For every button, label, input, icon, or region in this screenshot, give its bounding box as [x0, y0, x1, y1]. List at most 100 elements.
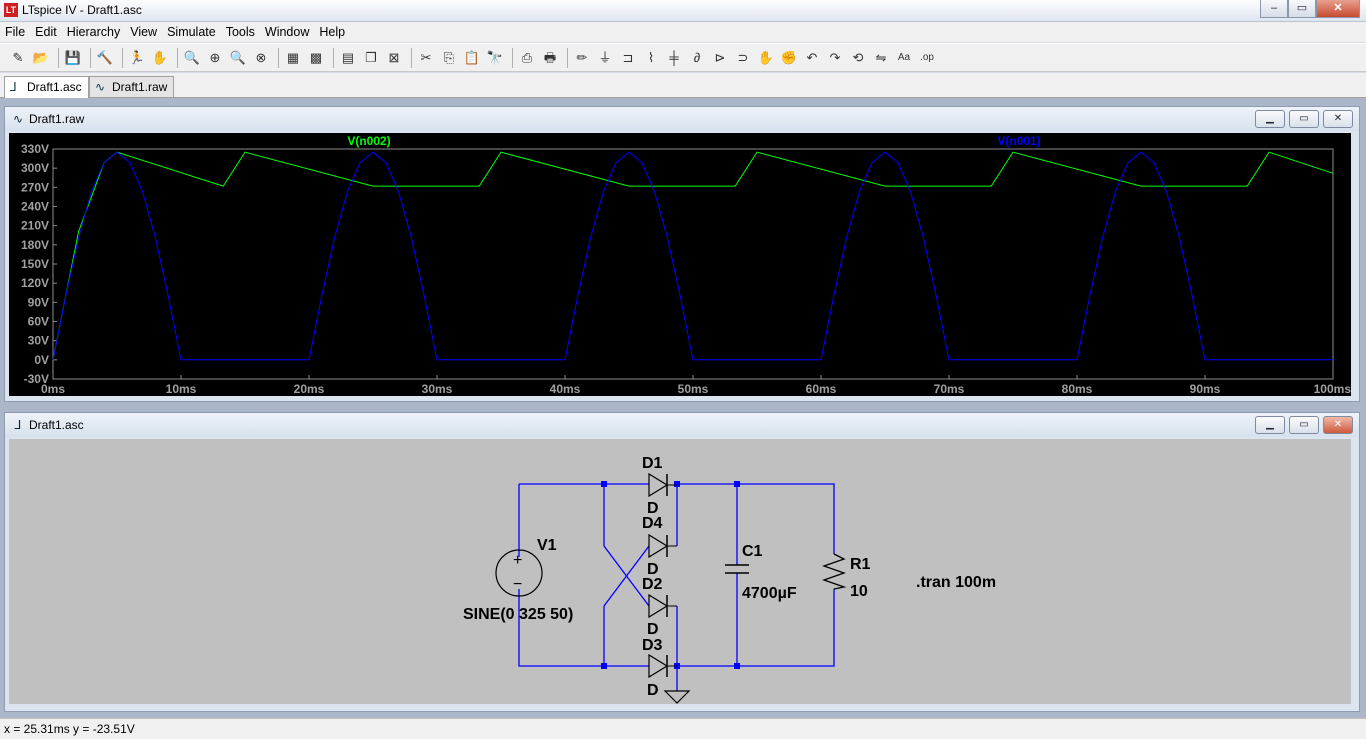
move-icon[interactable]: ✋	[756, 48, 776, 68]
waveform-icon: ∿	[12, 112, 24, 126]
print-icon[interactable]: 🖶	[540, 48, 560, 68]
capacitor-icon[interactable]: ╪	[664, 48, 684, 68]
y-tick-label: 0V	[34, 353, 49, 367]
d4-name: D4	[642, 515, 663, 532]
tile-horizontal-icon[interactable]: ▤	[338, 48, 358, 68]
autorange-icon[interactable]: ▦	[283, 48, 303, 68]
x-tick-label: 90ms	[1190, 382, 1221, 396]
schematic-canvas[interactable]: + − V1 SINE(0 325 50) D1 D D4 D D2 D D3 …	[9, 439, 1351, 704]
toolbar-separator	[90, 47, 91, 68]
diode-d1[interactable]: D1 D	[642, 455, 677, 517]
menu-view[interactable]: View	[125, 25, 162, 39]
schematic-drawing[interactable]: + − V1 SINE(0 325 50) D1 D D4 D D2 D D3 …	[9, 439, 1351, 704]
component-icon[interactable]: ⊃	[733, 48, 753, 68]
pan-icon[interactable]: ⊕	[205, 48, 225, 68]
maximize-button[interactable]: ▭	[1288, 0, 1316, 18]
diode-d4[interactable]: D4 D	[642, 515, 677, 578]
toolbar-separator	[278, 47, 279, 68]
label-net-icon[interactable]: ⊐	[618, 48, 638, 68]
spice-directive[interactable]: .tran 100m	[916, 574, 996, 591]
plot-legend[interactable]: V(n002) V(n001)	[347, 134, 1040, 148]
close-all-icon[interactable]: ⊠	[384, 48, 404, 68]
schematic-restore-button[interactable]: ▭	[1289, 416, 1319, 434]
tab-draft1-raw[interactable]: ∿ Draft1.raw	[89, 76, 175, 97]
menu-edit[interactable]: Edit	[30, 25, 62, 39]
run-icon[interactable]: 🏃	[127, 48, 147, 68]
menu-window[interactable]: Window	[260, 25, 314, 39]
waveform-close-button[interactable]: ✕	[1323, 110, 1353, 128]
waveform-plot-area[interactable]: 330V 300V 270V 240V 210V 180V 150V 120V 90V 60V 30…	[9, 133, 1351, 396]
grid-icon[interactable]: ▩	[306, 48, 326, 68]
toolbar-separator	[567, 47, 568, 68]
copy-icon[interactable]: ⎘	[439, 48, 459, 68]
trace-label[interactable]: V(n001)	[997, 134, 1040, 148]
cascade-icon[interactable]: ❐	[361, 48, 381, 68]
series-line-v-n002-[interactable]	[52, 151, 1334, 360]
diode-d2[interactable]: D2 D	[642, 576, 677, 638]
toolbar-separator	[411, 47, 412, 68]
tab-draft1-asc[interactable]: ⅃ Draft1.asc	[4, 76, 89, 98]
y-tick-label: 330V	[21, 142, 49, 156]
close-button[interactable]: ✕	[1316, 0, 1360, 18]
menu-simulate[interactable]: Simulate	[162, 25, 221, 39]
zoom-out-icon[interactable]: 🔍	[228, 48, 248, 68]
rotate-icon[interactable]: ⟲	[848, 48, 868, 68]
waveform-plot[interactable]: 330V 300V 270V 240V 210V 180V 150V 120V 90V 60V 30…	[9, 133, 1351, 396]
toolbar-separator	[58, 47, 59, 68]
y-tick-label: 60V	[28, 315, 49, 329]
y-tick-label: 90V	[28, 295, 49, 309]
drag-icon[interactable]: ✊	[779, 48, 799, 68]
wire-icon[interactable]: ✏	[572, 48, 592, 68]
waveform-restore-button[interactable]: ▭	[1289, 110, 1319, 128]
schematic-window-controls: ▁ ▭ ✕	[1255, 416, 1353, 434]
ground-symbol[interactable]	[663, 690, 691, 704]
resistor-r1[interactable]: R1 10	[822, 553, 871, 600]
resistor-icon[interactable]: ⌇	[641, 48, 661, 68]
menu-tools[interactable]: Tools	[221, 25, 260, 39]
voltage-source-v1[interactable]: + − V1 SINE(0 325 50)	[463, 537, 573, 623]
new-schematic-icon[interactable]: ✎	[8, 48, 28, 68]
find-icon[interactable]: 🔭	[485, 48, 505, 68]
cursor-readout: x = 25.31ms y = -23.51V	[4, 722, 135, 736]
mdi-workspace: ∿ Draft1.raw ▁ ▭ ✕ 330V 300V 270V 240V 210V 1…	[0, 98, 1366, 718]
menu-hierarchy[interactable]: Hierarchy	[62, 25, 126, 39]
minimize-button[interactable]: –	[1260, 0, 1288, 18]
series-line-v-n001-[interactable]	[52, 151, 1333, 361]
print-setup-icon[interactable]: ⎙	[517, 48, 537, 68]
zoom-in-icon[interactable]: 🔍	[182, 48, 202, 68]
inductor-icon[interactable]: ∂	[687, 48, 707, 68]
trace-label[interactable]: V(n002)	[347, 134, 390, 148]
zoom-cancel-icon[interactable]: ⊗	[251, 48, 271, 68]
schematic-minimize-button[interactable]: ▁	[1255, 416, 1285, 434]
menu-file[interactable]: File	[0, 25, 30, 39]
ground-icon[interactable]: ⏚	[595, 48, 615, 68]
d3-model: D	[647, 682, 659, 699]
control-panel-icon[interactable]: 🔨	[95, 48, 115, 68]
tab-label: Draft1.raw	[112, 80, 168, 94]
schematic-close-button[interactable]: ✕	[1323, 416, 1353, 434]
diode-d3[interactable]: D3 D	[642, 637, 677, 699]
diode-icon[interactable]: ⊳	[710, 48, 730, 68]
d3-name: D3	[642, 637, 663, 654]
toolbar: ✎ 📂 💾 🔨 🏃 ✋ 🔍 ⊕ 🔍 ⊗ ▦ ▩ ▤ ❐ ⊠ ✂ ⎘ 📋 🔭 ⎙ 🖶 ✏ ⏚ ⊐ ⌇ ╪ ∂ ⊳ ⊃ ✋ ✊ ↶ ↷ ⟲ ⇋ Aa .op	[0, 43, 1366, 72]
x-axis-ticks: 0ms 10ms 20ms 30ms 40ms 50ms 60ms 70ms 80ms 90ms 1…	[41, 375, 1351, 396]
mirror-icon[interactable]: ⇋	[871, 48, 891, 68]
save-icon[interactable]: 💾	[63, 48, 83, 68]
x-tick-label: 0ms	[41, 382, 65, 396]
redo-icon[interactable]: ↷	[825, 48, 845, 68]
cut-icon[interactable]: ✂	[416, 48, 436, 68]
waveform-window-controls: ▁ ▭ ✕	[1255, 110, 1353, 128]
undo-icon[interactable]: ↶	[802, 48, 822, 68]
open-icon[interactable]: 📂	[31, 48, 51, 68]
waveform-minimize-button[interactable]: ▁	[1255, 110, 1285, 128]
capacitor-c1[interactable]: C1 4700µF	[725, 543, 797, 602]
menu-help[interactable]: Help	[314, 25, 350, 39]
spice-directive-icon[interactable]: .op	[917, 48, 937, 68]
text-icon[interactable]: Aa	[894, 48, 914, 68]
y-tick-label: 150V	[21, 257, 49, 271]
halt-icon[interactable]: ✋	[150, 48, 170, 68]
y-tick-label: 120V	[21, 276, 49, 290]
y-tick-label: 210V	[21, 219, 49, 233]
window-title: LTspice IV - Draft1.asc	[22, 3, 142, 17]
paste-icon[interactable]: 📋	[462, 48, 482, 68]
